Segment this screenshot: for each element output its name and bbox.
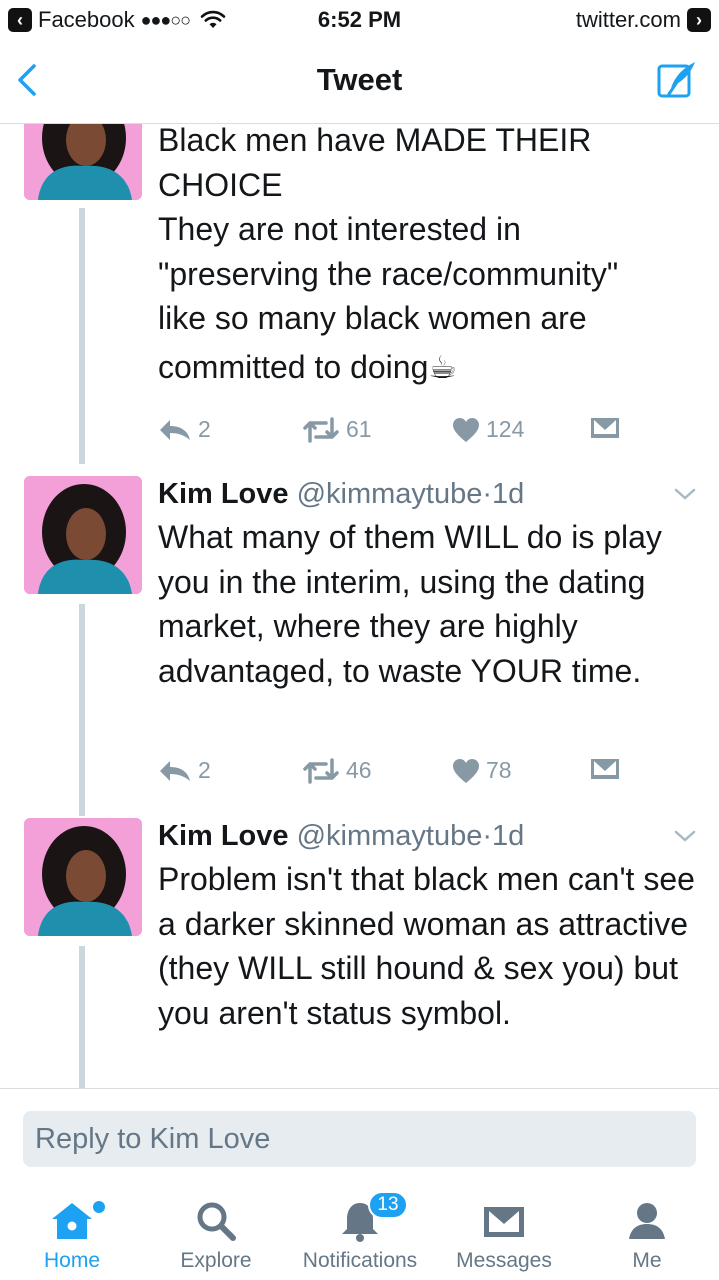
tweet-actions: 2 46 78 bbox=[158, 757, 628, 787]
tweet-text: Black men have MADE THEIR CHOICE They ar… bbox=[158, 124, 619, 385]
reply-bar bbox=[0, 1088, 719, 1185]
tab-bar: Home Explore 13 Notifications Messages M… bbox=[0, 1185, 719, 1280]
tweet[interactable]: Black men have MADE THEIR CHOICE They ar… bbox=[0, 124, 719, 464]
thread-line bbox=[79, 208, 85, 464]
person-icon bbox=[629, 1203, 665, 1239]
tweet-header: Kim Love @kimmaytube·1d bbox=[158, 478, 525, 510]
reply-icon bbox=[160, 760, 190, 781]
new-content-dot bbox=[93, 1201, 105, 1213]
tweet-time: 1d bbox=[492, 820, 525, 852]
tweet[interactable]: Kim Love @kimmaytube·1d Problem isn't th… bbox=[0, 818, 719, 1088]
thread-line bbox=[79, 604, 85, 816]
reply-input[interactable] bbox=[23, 1111, 696, 1167]
tweet-header: Kim Love @kimmaytube·1d bbox=[158, 820, 525, 852]
dm-envelope-icon bbox=[591, 418, 619, 438]
status-domain[interactable]: twitter.com › bbox=[576, 7, 711, 33]
avatar[interactable] bbox=[24, 476, 142, 594]
domain-label: twitter.com bbox=[575, 7, 681, 32]
tweet-text: Problem isn't that black men can't see a… bbox=[158, 861, 695, 1031]
notification-count-badge: 13 bbox=[368, 1191, 408, 1219]
compose-tweet-icon[interactable] bbox=[655, 58, 699, 102]
home-icon bbox=[52, 1203, 92, 1239]
reply-button[interactable]: 2 bbox=[158, 757, 211, 784]
direct-message-button[interactable] bbox=[590, 416, 620, 440]
status-bar: ‹ Facebook ●●●○○ 6:52 PM twitter.com › bbox=[0, 0, 719, 40]
heart-icon bbox=[453, 417, 479, 442]
tweet[interactable]: Kim Love @kimmaytube·1d What many of the… bbox=[0, 476, 719, 816]
avatar[interactable] bbox=[24, 818, 142, 936]
dm-envelope-icon bbox=[591, 759, 619, 779]
like-button[interactable]: 78 bbox=[452, 757, 512, 784]
avatar-image bbox=[24, 476, 142, 594]
forward-arrow-icon: › bbox=[687, 8, 711, 32]
retweet-icon bbox=[303, 416, 339, 443]
tab-messages[interactable]: Messages bbox=[432, 1185, 576, 1280]
like-button[interactable]: 124 bbox=[452, 416, 524, 443]
author-handle[interactable]: @kimmaytube bbox=[297, 478, 483, 510]
chevron-down-icon[interactable] bbox=[673, 828, 697, 844]
search-icon bbox=[197, 1202, 236, 1241]
reply-icon bbox=[160, 419, 190, 440]
tab-me[interactable]: Me bbox=[575, 1185, 719, 1280]
author-name[interactable]: Kim Love bbox=[158, 820, 289, 852]
chevron-down-icon[interactable] bbox=[673, 486, 697, 502]
tab-explore[interactable]: Explore bbox=[144, 1185, 288, 1280]
tweet-text: What many of them WILL do is play you in… bbox=[158, 519, 662, 689]
tab-notifications[interactable]: 13 Notifications bbox=[288, 1185, 432, 1280]
thread-line bbox=[79, 946, 85, 1088]
heart-icon bbox=[453, 758, 479, 783]
reply-button[interactable]: 2 bbox=[158, 416, 211, 443]
avatar-image bbox=[24, 124, 142, 200]
page-title: Tweet bbox=[316, 62, 403, 97]
avatar[interactable] bbox=[24, 124, 142, 200]
retweet-button[interactable]: 61 bbox=[302, 416, 372, 443]
author-name[interactable]: Kim Love bbox=[158, 478, 289, 510]
avatar-image bbox=[24, 818, 142, 936]
author-handle[interactable]: @kimmaytube bbox=[297, 820, 483, 852]
tab-home[interactable]: Home bbox=[0, 1185, 144, 1280]
tweet-actions: 2 61 124 bbox=[158, 416, 628, 446]
direct-message-button[interactable] bbox=[590, 757, 620, 781]
retweet-button[interactable]: 46 bbox=[302, 757, 372, 784]
retweet-icon bbox=[303, 757, 339, 784]
timeline: Black men have MADE THEIR CHOICE They ar… bbox=[0, 124, 719, 1088]
tweet-time: 1d bbox=[492, 478, 525, 510]
envelope-icon bbox=[484, 1207, 524, 1237]
nav-bar: Tweet bbox=[0, 40, 719, 124]
